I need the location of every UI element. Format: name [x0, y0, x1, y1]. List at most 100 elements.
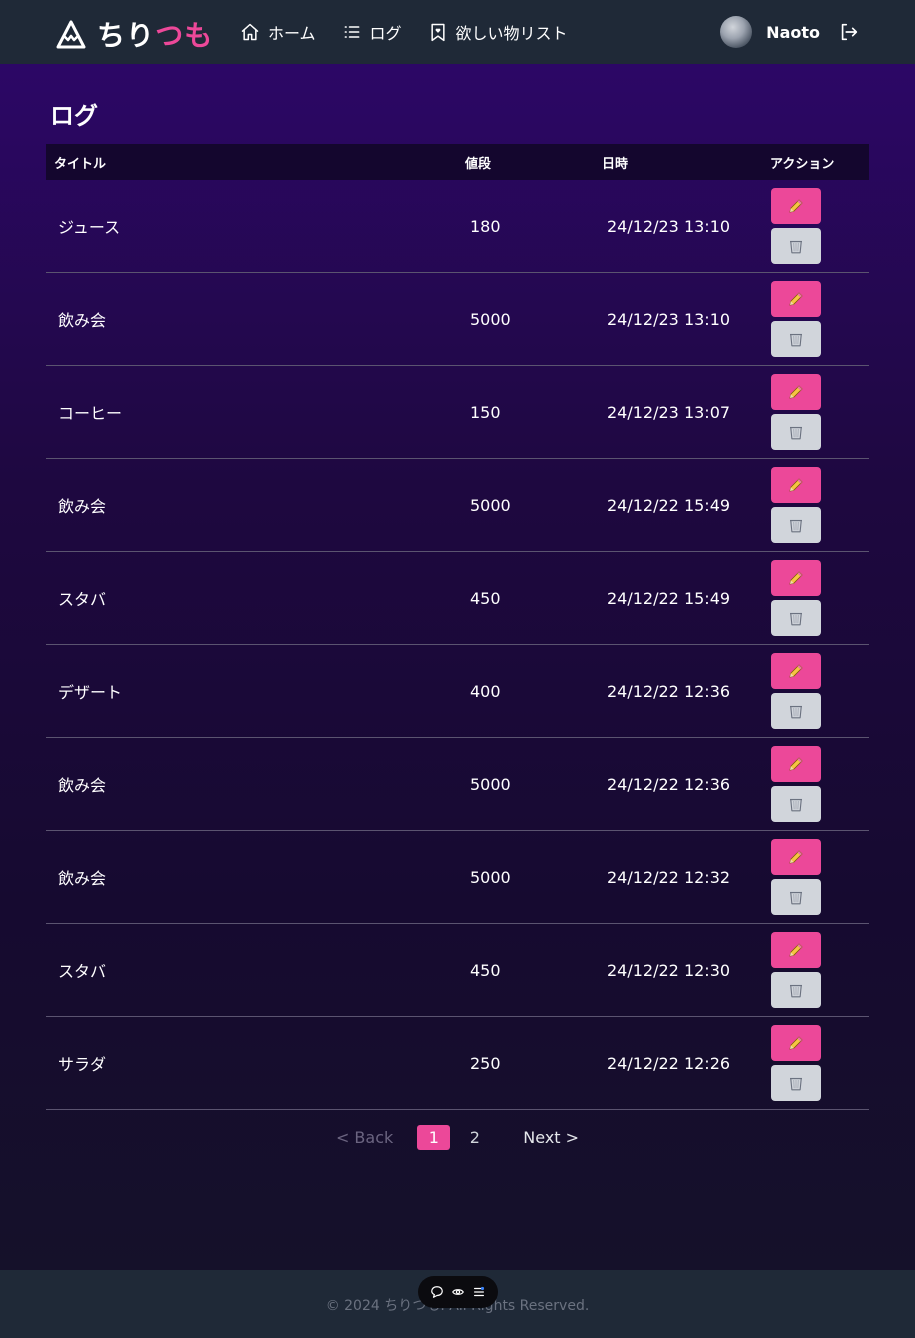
row-title: 飲み会 — [58, 311, 107, 330]
row-date: 24/12/23 13:10 — [607, 216, 731, 236]
delete-button[interactable] — [771, 693, 821, 729]
table-row: コーヒー 150 24/12/23 13:07 — [46, 366, 869, 459]
nav-item-log[interactable]: ログ — [342, 20, 402, 44]
mountain-logo-icon — [56, 20, 86, 49]
row-actions — [760, 746, 869, 822]
row-date: 24/12/22 15:49 — [607, 495, 731, 515]
table-row: 飲み会 5000 24/12/22 12:36 — [46, 738, 869, 831]
row-actions — [760, 653, 869, 729]
dev-toolbar[interactable] — [418, 1276, 498, 1308]
edit-button[interactable] — [771, 374, 821, 410]
delete-button[interactable] — [771, 600, 821, 636]
logo[interactable]: ちりつも — [55, 14, 213, 54]
row-date: 24/12/22 12:36 — [607, 774, 731, 794]
row-price: 400 — [470, 681, 501, 701]
pencil-icon — [789, 664, 803, 678]
table-row: ジュース 180 24/12/23 13:10 — [46, 180, 869, 273]
row-title: 飲み会 — [58, 776, 107, 795]
pencil-icon — [789, 757, 803, 771]
table-row: 飲み会 5000 24/12/23 13:10 — [46, 273, 869, 366]
row-title: ジュース — [58, 218, 121, 237]
row-title: コーヒー — [58, 404, 123, 423]
main-nav: ホーム ログ 欲しい物リスト — [240, 20, 594, 44]
delete-button[interactable] — [771, 1065, 821, 1101]
chat-bubble-icon[interactable] — [430, 1285, 444, 1299]
column-header-title: タイトル — [54, 156, 107, 172]
edit-button[interactable] — [771, 1025, 821, 1061]
edit-button[interactable] — [771, 281, 821, 317]
edit-button[interactable] — [771, 560, 821, 596]
page-title: ログ — [50, 102, 98, 130]
delete-button[interactable] — [771, 507, 821, 543]
row-actions — [760, 467, 869, 543]
delete-button[interactable] — [771, 414, 821, 450]
row-date: 24/12/22 15:49 — [607, 588, 731, 608]
edit-button[interactable] — [771, 188, 821, 224]
row-actions — [760, 560, 869, 636]
pencil-icon — [789, 478, 803, 492]
nav-item-label: 欲しい物リスト — [455, 24, 568, 43]
pagination-next[interactable]: Next > — [523, 1128, 579, 1147]
nav-item-label: ログ — [369, 24, 402, 43]
pagination-page-2[interactable]: 2 — [458, 1125, 491, 1150]
logout-button[interactable] — [838, 21, 860, 43]
pagination-page-1[interactable]: 1 — [417, 1125, 451, 1150]
log-table: タイトル 値段 日時 アクション ジュース 180 24/12/23 13:10 飲み… — [46, 144, 869, 1110]
trash-icon — [790, 798, 802, 812]
edit-button[interactable] — [771, 746, 821, 782]
delete-button[interactable] — [771, 321, 821, 357]
delete-button[interactable] — [771, 228, 821, 264]
avatar[interactable] — [720, 16, 753, 48]
edit-button[interactable] — [771, 932, 821, 968]
row-price: 450 — [470, 588, 501, 608]
trash-icon — [790, 240, 802, 254]
list-icon — [344, 26, 359, 38]
main-content: ログ タイトル 値段 日時 アクション ジュース 180 24/12/23 13:1… — [0, 64, 915, 1270]
table-row: 飲み会 5000 24/12/22 12:32 — [46, 831, 869, 924]
table-header: タイトル 値段 日時 アクション — [46, 144, 869, 180]
table-row: サラダ 250 24/12/22 12:26 — [46, 1017, 869, 1110]
trash-icon — [790, 519, 802, 533]
delete-button[interactable] — [771, 879, 821, 915]
edit-button[interactable] — [771, 467, 821, 503]
logout-icon — [841, 23, 858, 41]
delete-button[interactable] — [771, 786, 821, 822]
row-actions — [760, 839, 869, 915]
pagination-back[interactable]: < Back — [336, 1128, 393, 1147]
row-title: スタバ — [58, 962, 107, 981]
row-title: 飲み会 — [58, 497, 107, 516]
nav-item-label: ホーム — [268, 24, 316, 43]
pencil-icon — [789, 385, 803, 399]
row-date: 24/12/23 13:10 — [607, 309, 731, 329]
user-menu: Naoto — [720, 16, 860, 48]
row-date: 24/12/22 12:36 — [607, 681, 731, 701]
nav-item-home[interactable]: ホーム — [240, 20, 316, 44]
row-date: 24/12/22 12:30 — [607, 960, 731, 980]
table-row: デザート 400 24/12/22 12:36 — [46, 645, 869, 738]
table-row: スタバ 450 24/12/22 12:30 — [46, 924, 869, 1017]
edit-button[interactable] — [771, 653, 821, 689]
pencil-icon — [789, 292, 803, 306]
trash-icon — [790, 705, 802, 719]
trash-icon — [790, 426, 802, 440]
pencil-icon — [789, 850, 803, 864]
trash-icon — [790, 1077, 802, 1091]
nav-item-wishlist[interactable]: 欲しい物リスト — [428, 20, 568, 44]
top-navbar: ちりつも ホーム ログ 欲しい物リスト Naoto — [0, 0, 915, 64]
delete-button[interactable] — [771, 972, 821, 1008]
row-price: 5000 — [470, 309, 511, 329]
row-price: 180 — [470, 216, 501, 236]
eye-icon[interactable] — [451, 1285, 465, 1299]
edit-button[interactable] — [771, 839, 821, 875]
column-header-actions: アクション — [770, 156, 835, 172]
row-price: 5000 — [470, 774, 511, 794]
table-body: ジュース 180 24/12/23 13:10 飲み会 5000 24/12/23 13:… — [46, 180, 869, 1110]
row-date: 24/12/22 12:32 — [607, 867, 731, 887]
logo-text: ちりつも — [97, 19, 214, 52]
pagination: < Back 1 2 Next > — [0, 1125, 915, 1150]
pencil-icon — [789, 199, 803, 213]
table-row: 飲み会 5000 24/12/22 15:49 — [46, 459, 869, 552]
column-header-date: 日時 — [602, 156, 629, 172]
menu-lines-icon[interactable] — [472, 1285, 486, 1299]
column-header-price: 値段 — [465, 156, 492, 172]
